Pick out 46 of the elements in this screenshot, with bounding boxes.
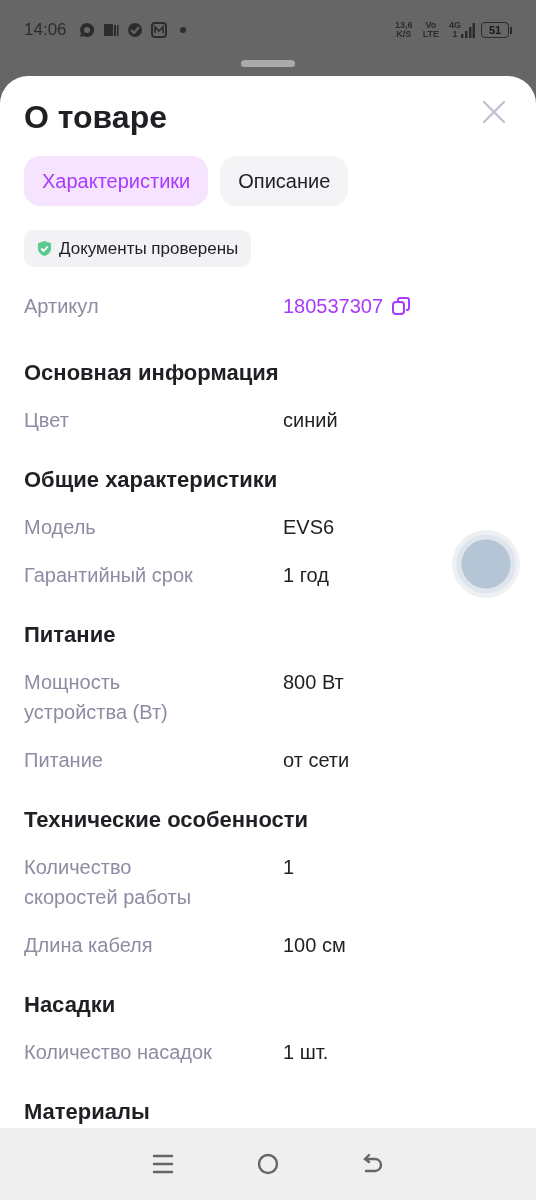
menu-icon[interactable] — [150, 1152, 175, 1176]
section-heading: Технические особенности — [24, 806, 310, 834]
section-heading: Общие характеристики — [24, 466, 279, 494]
spec-value: 1 год — [283, 563, 330, 588]
drag-handle[interactable] — [241, 60, 295, 67]
spec-value: от сети — [283, 748, 351, 773]
section-heading: Материалы — [24, 1098, 151, 1126]
spec-label: Питание — [24, 748, 104, 773]
badge-text: Документы проверены — [59, 238, 239, 259]
spec-label: Модель — [24, 515, 97, 540]
clock: 14:06 — [24, 20, 67, 40]
status-text: LTE — [422, 30, 439, 39]
section-heading: Насадки — [24, 991, 117, 1019]
spec-value: 100 см — [283, 933, 347, 958]
spec-value: 1 — [283, 855, 296, 880]
spec-value: синий — [283, 408, 339, 433]
app-icon — [126, 22, 143, 38]
tab[interactable]: Характеристики — [24, 156, 209, 206]
spec-label: Количество насадок — [24, 1040, 213, 1065]
spec-value: 1 шт. — [283, 1040, 330, 1065]
spec-label: Длина кабеля — [24, 933, 154, 958]
spec-value: EVS6 — [283, 515, 336, 540]
article-number[interactable]: 180537307 — [283, 291, 412, 321]
status-text: K/S — [396, 30, 412, 39]
spec-label: Артикул — [24, 294, 100, 319]
section-heading: Питание — [24, 621, 117, 649]
signal-icon — [461, 22, 475, 38]
status-text: 1 — [452, 30, 458, 39]
spec-value: 800 Вт — [283, 670, 345, 695]
spec-label: Гарантийный срок — [24, 563, 194, 588]
sheet-title: О товаре — [24, 98, 167, 137]
status-text: 4G — [449, 21, 461, 30]
home-icon[interactable] — [256, 1152, 280, 1176]
copy-icon[interactable] — [391, 296, 412, 316]
spec-label: Мощность устройства (Вт) — [24, 670, 169, 725]
section-heading: Основная информация — [24, 359, 280, 387]
app-icon — [150, 22, 167, 38]
app-icon — [102, 22, 119, 38]
battery-icon: 51 — [481, 22, 509, 38]
status-text: Vo — [425, 21, 437, 30]
spec-label: Цвет — [24, 408, 70, 433]
spec-label: Количество скоростей работы — [24, 855, 193, 910]
chat-bubble-icon — [78, 22, 95, 38]
tab[interactable]: Описание — [220, 156, 349, 206]
status-text: 13,6 — [395, 21, 413, 30]
shield-check-icon — [37, 240, 52, 257]
